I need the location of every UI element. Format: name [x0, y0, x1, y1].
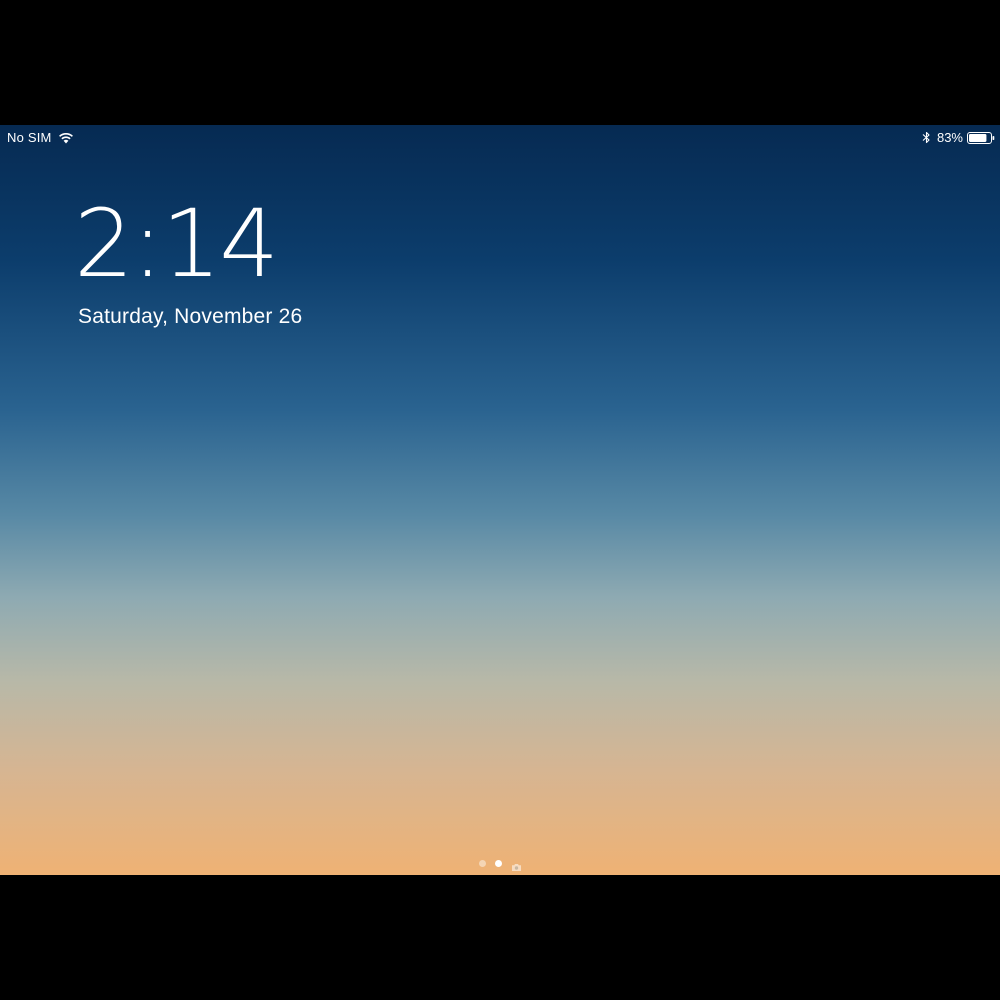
- lock-screen[interactable]: No SIM 83% 2:14 Saturday, November 26: [0, 125, 1000, 875]
- lock-clock: 2:14: [74, 190, 279, 299]
- carrier-label: No SIM: [7, 130, 52, 145]
- letterbox-top: [0, 0, 1000, 125]
- battery-percent: 83%: [936, 130, 963, 145]
- status-right: 83%: [922, 130, 995, 145]
- bluetooth-icon: [922, 131, 931, 144]
- camera-icon[interactable]: [511, 859, 522, 871]
- page-dot-2[interactable]: [494, 860, 502, 867]
- page-indicator[interactable]: [0, 859, 1000, 871]
- status-bar: No SIM 83%: [0, 125, 1000, 149]
- page-dot-1[interactable]: [478, 860, 486, 867]
- wifi-icon: [58, 132, 74, 144]
- lock-date: Saturday, November 26: [78, 305, 303, 328]
- battery-icon: [967, 131, 995, 144]
- status-left: No SIM: [7, 130, 74, 145]
- letterbox-bottom: [0, 875, 1000, 1000]
